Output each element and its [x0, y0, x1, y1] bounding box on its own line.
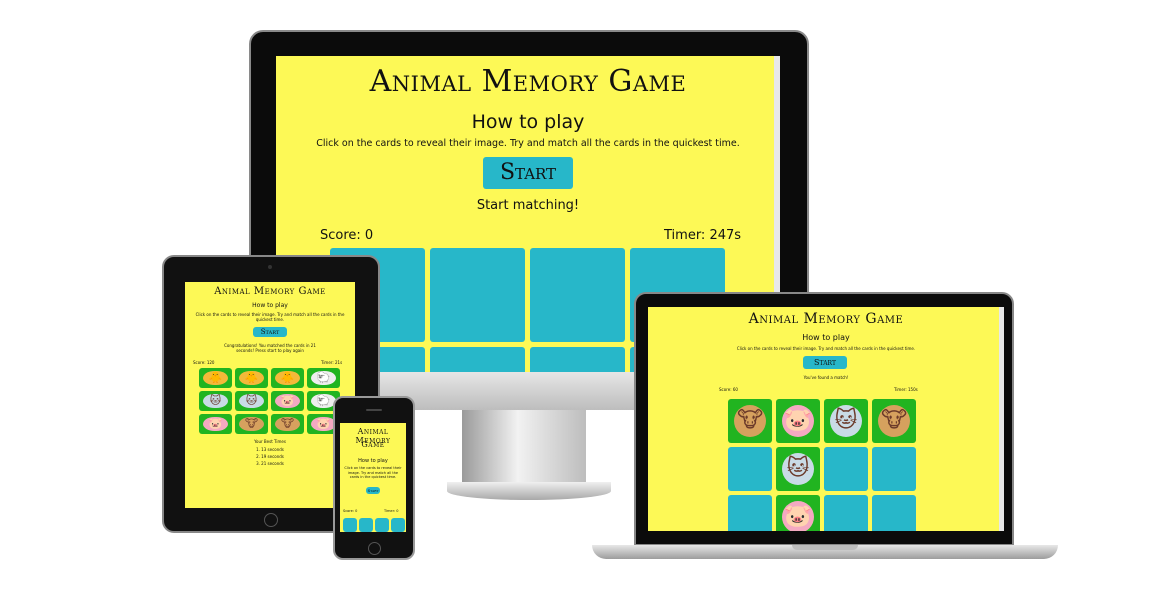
cow-icon: 🐮	[275, 416, 300, 432]
how-to-play-heading: How to play	[358, 458, 388, 464]
page-title-line2: Game	[361, 440, 385, 449]
cow-icon: 🐮	[877, 404, 911, 438]
start-button[interactable]: Start	[366, 487, 380, 494]
start-button[interactable]: Start	[253, 327, 287, 337]
laptop-notch	[792, 545, 858, 550]
instructions-text: Click on the cards to reveal their image…	[344, 466, 402, 479]
start-button[interactable]: Start	[483, 157, 573, 189]
timer-display: Timer: 247s	[664, 228, 742, 243]
memory-card[interactable]: 🐮	[235, 414, 268, 434]
how-to-play-heading: How to play	[471, 111, 585, 133]
phone-speaker	[366, 409, 382, 411]
scrollbar[interactable]	[999, 307, 1004, 531]
card-grid: 🐥 🐥 🐥 🐑 🐱 🐱 🐷 🐑 🐷 🐮 🐮 🐷	[199, 368, 341, 436]
memory-card[interactable]	[391, 518, 405, 532]
pig-icon: 🐷	[781, 500, 815, 531]
memory-card[interactable]: 🐮	[271, 414, 304, 434]
status-message: Congratulations! You matched the cards i…	[224, 343, 316, 353]
memory-card[interactable]	[430, 347, 525, 372]
best-time-item: 2. 19 seconds	[256, 454, 284, 459]
page-title: Animal Memory Game	[214, 286, 326, 297]
memory-card[interactable]: 🐥	[199, 368, 232, 388]
chick-icon: 🐥	[203, 370, 228, 386]
best-times-title: Your Best Times	[254, 439, 286, 444]
instructions-text: Click on the cards to reveal their image…	[195, 312, 345, 322]
tablet-camera	[268, 265, 272, 269]
tablet-screen: Animal Memory Game How to play Click on …	[185, 282, 355, 508]
memory-card[interactable]: 🐱	[199, 391, 232, 411]
pig-icon: 🐷	[781, 404, 815, 438]
memory-card[interactable]	[728, 495, 772, 531]
memory-card[interactable]: 🐮	[872, 399, 916, 443]
memory-card[interactable]: 🐷	[199, 414, 232, 434]
best-time-item: 3. 21 seconds	[256, 461, 284, 466]
cow-icon: 🐮	[239, 416, 264, 432]
status-message: You've found a match!	[803, 375, 849, 380]
page-title: Animal Memory Game	[748, 311, 904, 327]
pig-icon: 🐷	[275, 393, 300, 409]
cat-icon: 🐱	[203, 393, 228, 409]
memory-card[interactable]: 🐥	[271, 368, 304, 388]
sheep-icon: 🐑	[311, 370, 336, 386]
score-display: Score: 120	[193, 360, 215, 365]
how-to-play-heading: How to play	[802, 333, 850, 342]
timer-display: Timer: 21s	[321, 360, 343, 365]
chick-icon: 🐥	[239, 370, 264, 386]
best-time-item: 1. 13 seconds	[256, 447, 284, 452]
phone-screen: Animal Memory Game How to play Click on …	[340, 423, 406, 532]
chick-icon: 🐥	[275, 370, 300, 386]
memory-card[interactable]	[824, 447, 868, 491]
memory-card[interactable]	[375, 518, 389, 532]
card-grid: 🐮 🐷 🐱 🐮 🐱 🐷	[728, 399, 918, 531]
score-display: Score: 0	[343, 509, 358, 513]
memory-card[interactable]: 🐮	[728, 399, 772, 443]
cat-icon: 🐱	[781, 452, 815, 486]
instructions-text: Click on the cards to reveal their image…	[736, 346, 916, 351]
pig-icon: 🐷	[203, 416, 228, 432]
memory-card[interactable]	[530, 347, 625, 372]
memory-card[interactable]: 🐷	[776, 495, 820, 531]
memory-card[interactable]: 🐑	[307, 368, 340, 388]
how-to-play-heading: How to play	[252, 302, 288, 309]
score-display: Score: 0	[320, 228, 374, 243]
score-display: Score: 60	[719, 387, 738, 392]
memory-card[interactable]	[430, 248, 525, 342]
cow-icon: 🐮	[733, 404, 767, 438]
start-button[interactable]: Start	[803, 356, 847, 369]
timer-display: Timer: 150s	[894, 387, 918, 392]
instructions-text: Click on the cards to reveal their image…	[316, 138, 740, 149]
memory-card[interactable]: 🐷	[776, 399, 820, 443]
memory-card[interactable]	[530, 248, 625, 342]
memory-card[interactable]	[728, 447, 772, 491]
memory-card[interactable]	[824, 495, 868, 531]
memory-card[interactable]: 🐥	[235, 368, 268, 388]
page-title: Animal Memory Game	[369, 64, 687, 99]
cat-icon: 🐱	[829, 404, 863, 438]
memory-card[interactable]: 🐱	[824, 399, 868, 443]
memory-card[interactable]	[872, 495, 916, 531]
cat-icon: 🐱	[239, 393, 264, 409]
timer-display: Timer: 0	[384, 509, 399, 513]
memory-card[interactable]: 🐱	[235, 391, 268, 411]
memory-card[interactable]: 🐷	[271, 391, 304, 411]
memory-card[interactable]	[872, 447, 916, 491]
phone-home-button-icon[interactable]	[368, 542, 381, 555]
laptop-screen: Animal Memory Game How to play Click on …	[648, 307, 1004, 531]
monitor-stand-base	[447, 482, 611, 500]
tablet-home-button-icon[interactable]	[264, 513, 278, 527]
memory-card[interactable]: 🐱	[776, 447, 820, 491]
status-message: Start matching!	[476, 198, 580, 213]
memory-card[interactable]	[359, 518, 373, 532]
memory-card[interactable]	[343, 518, 357, 532]
